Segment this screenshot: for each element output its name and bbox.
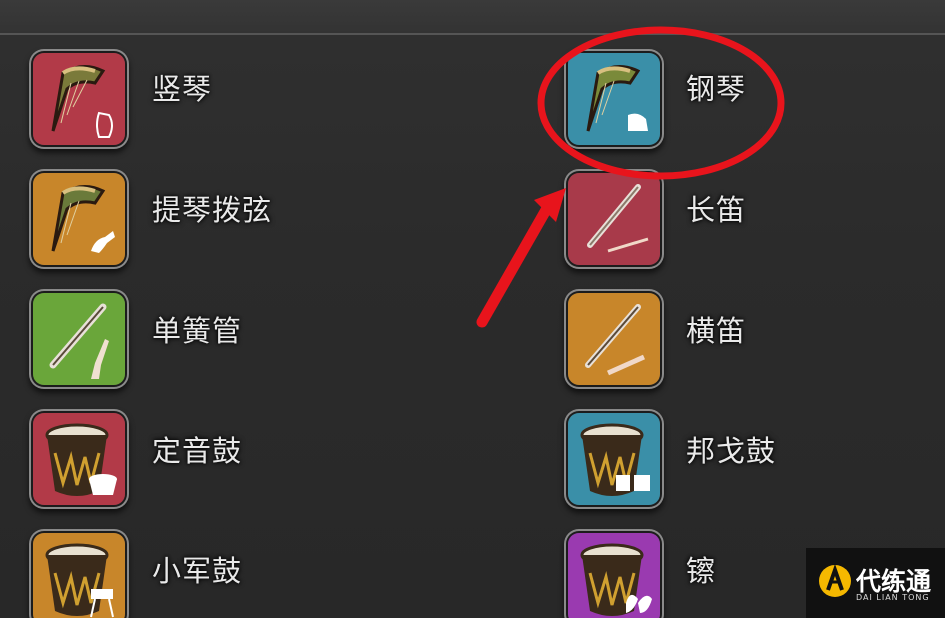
instrument-slot-flute[interactable] bbox=[568, 173, 660, 265]
instrument-label: 竖琴 bbox=[152, 72, 213, 106]
instrument-label: 镲 bbox=[686, 554, 717, 588]
instrument-slot-snare-drum[interactable] bbox=[33, 533, 125, 618]
instrument-slot-cymbal[interactable] bbox=[568, 533, 660, 618]
instrument-slot-piano[interactable] bbox=[568, 53, 660, 145]
flute-icon bbox=[568, 173, 660, 265]
bongo-icon bbox=[568, 413, 660, 505]
cymbal-icon bbox=[568, 533, 660, 618]
pizzicato-harp-icon bbox=[33, 173, 125, 265]
piano-harp-icon bbox=[568, 53, 660, 145]
daliantong-logo-icon bbox=[819, 563, 851, 597]
instrument-slot-harp[interactable] bbox=[33, 53, 125, 145]
instrument-label: 定音鼓 bbox=[152, 434, 243, 468]
instrument-label: 钢琴 bbox=[686, 72, 747, 106]
snare-drum-icon bbox=[33, 533, 125, 618]
instrument-label: 提琴拨弦 bbox=[152, 193, 273, 227]
highlight-circle-annotation bbox=[537, 26, 785, 180]
timpani-icon bbox=[33, 413, 125, 505]
instrument-label: 长笛 bbox=[686, 193, 747, 227]
instrument-label: 邦戈鼓 bbox=[686, 434, 777, 468]
instrument-slot-bongo[interactable] bbox=[568, 413, 660, 505]
harp-icon bbox=[33, 53, 125, 145]
instrument-slot-fife[interactable] bbox=[568, 293, 660, 385]
instrument-label: 小军鼓 bbox=[152, 554, 243, 588]
instrument-selection-panel: 竖琴 钢琴 提琴拨弦 长笛 单簧管 横笛 定音鼓 邦戈鼓 小军鼓 镲 代练通 D… bbox=[0, 0, 945, 618]
panel-top-bar bbox=[0, 0, 945, 35]
fife-icon bbox=[568, 293, 660, 385]
watermark-subtitle: DAI LIAN TONG bbox=[856, 593, 930, 602]
instrument-label: 单簧管 bbox=[152, 314, 243, 348]
instrument-slot-timpani[interactable] bbox=[33, 413, 125, 505]
instrument-slot-clarinet[interactable] bbox=[33, 293, 125, 385]
instrument-slot-pizzicato[interactable] bbox=[33, 173, 125, 265]
red-arrow-annotation bbox=[476, 188, 566, 328]
instrument-label: 横笛 bbox=[686, 314, 747, 348]
watermark-logo-box: 代练通 DAI LIAN TONG bbox=[806, 548, 945, 618]
clarinet-icon bbox=[33, 293, 125, 385]
